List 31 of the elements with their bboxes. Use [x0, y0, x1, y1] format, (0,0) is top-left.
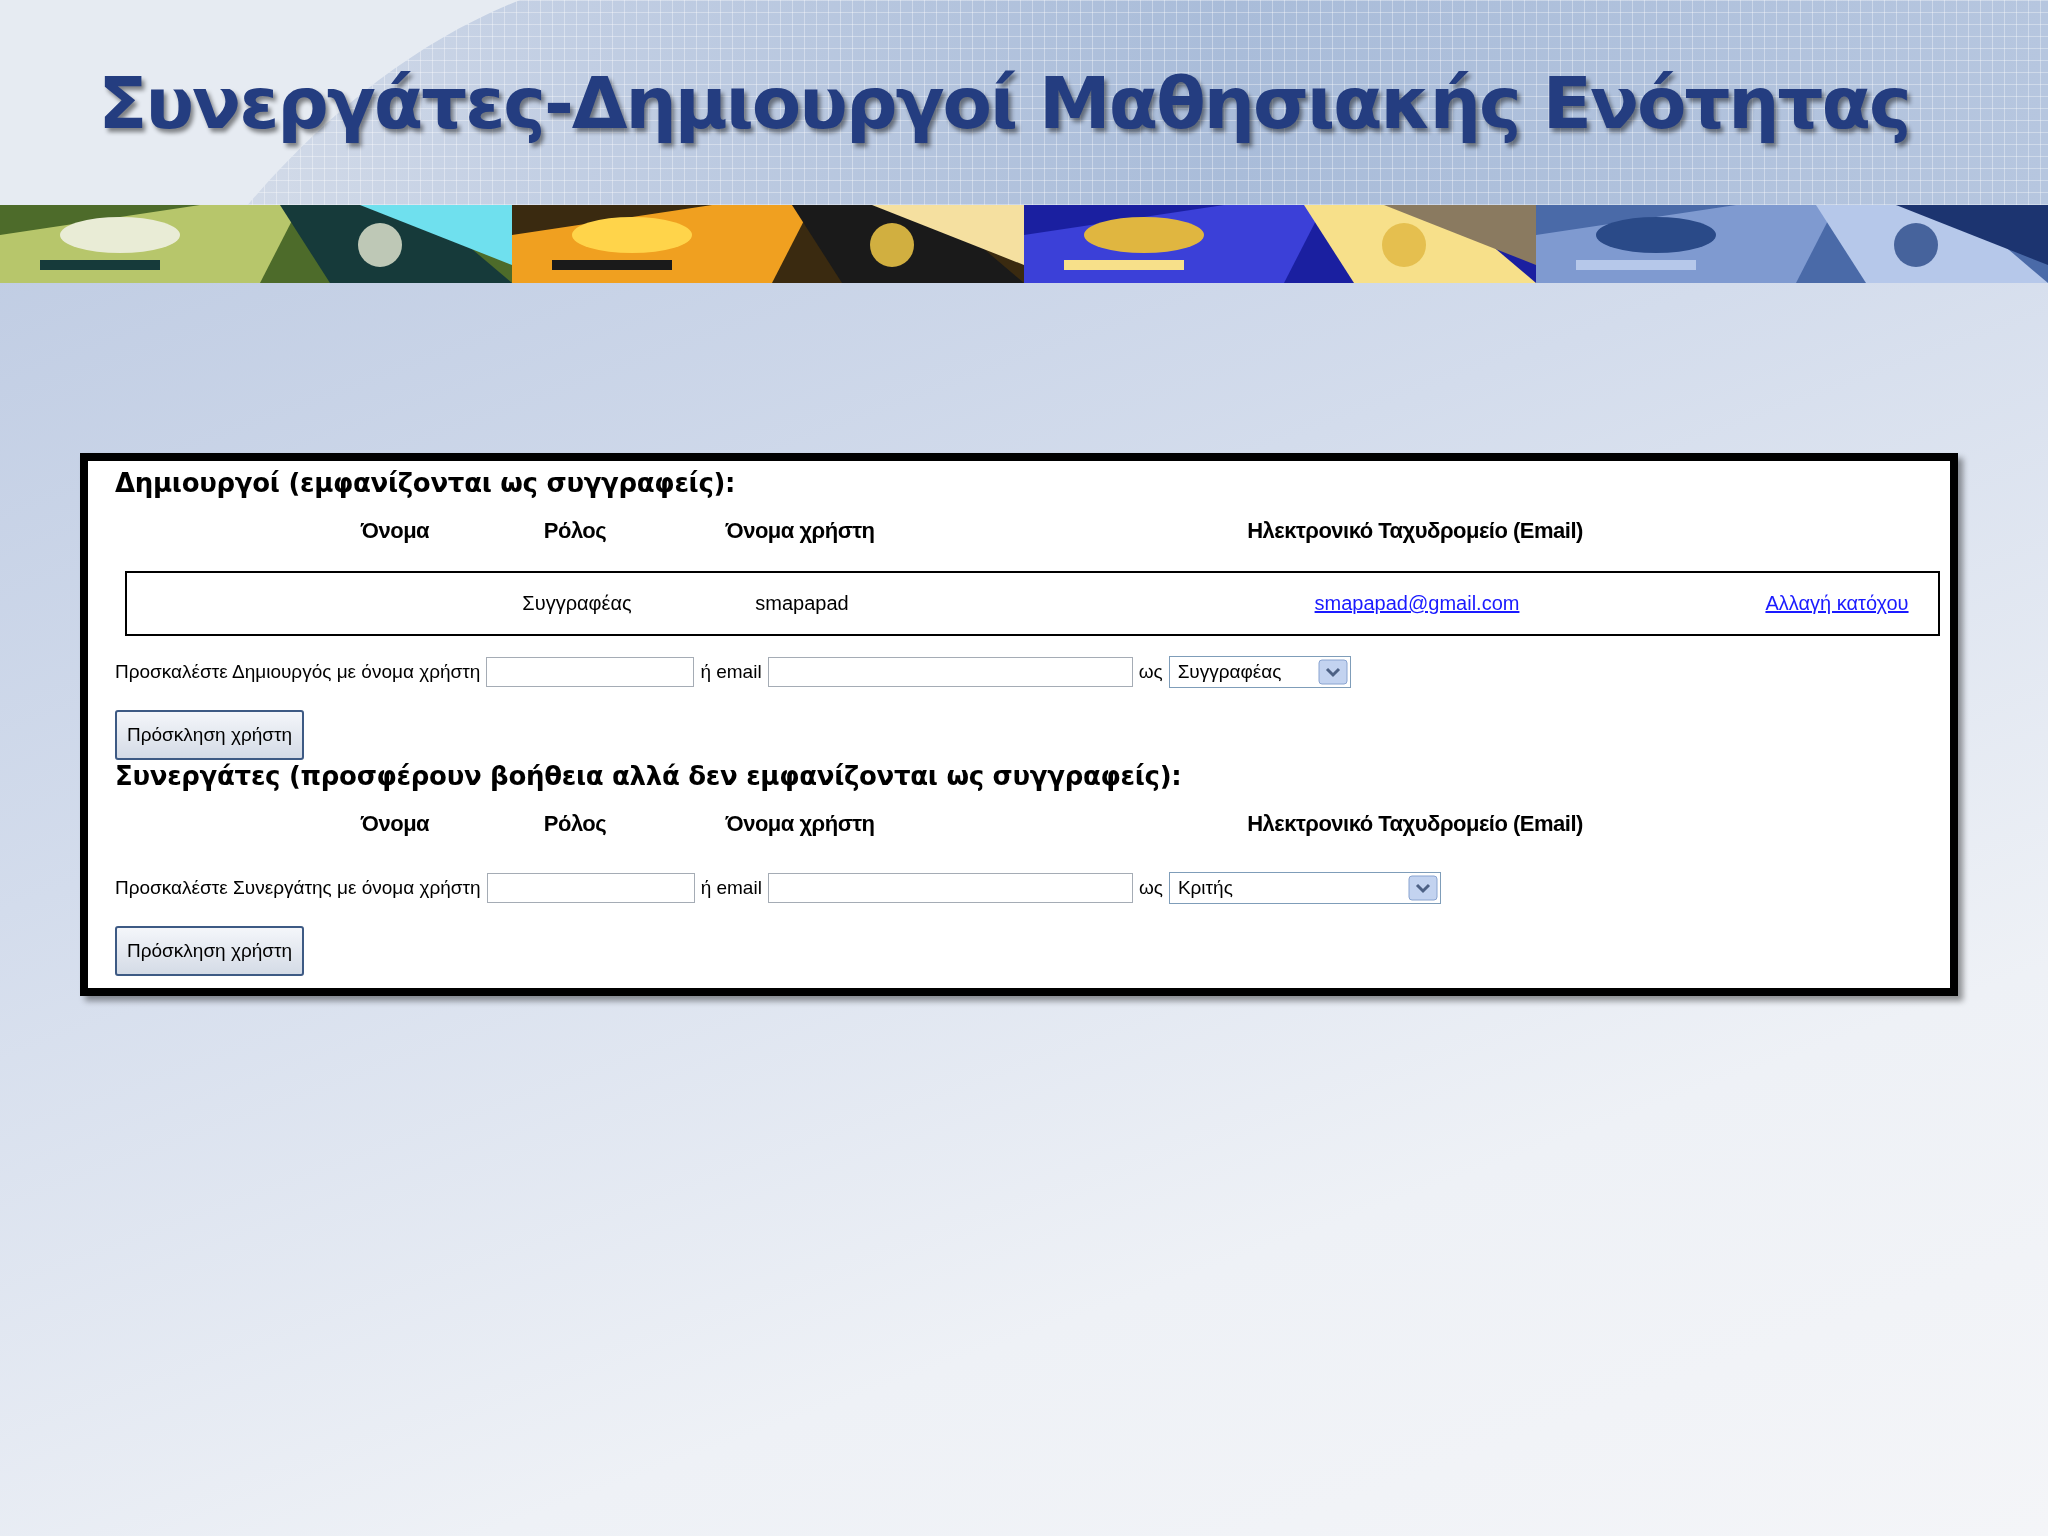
column-header: Όνομα χρήστη	[724, 811, 876, 837]
role-dropdown[interactable]: Συγγραφέας	[1168, 656, 1351, 688]
email-field[interactable]	[767, 657, 1133, 687]
slide-title: Συνεργάτες-Δημιουργοί Μαθησιακής Ενότητας	[98, 60, 1910, 145]
table-cell-text: Συγγραφέας	[521, 592, 633, 615]
change-owner-link[interactable]: Αλλαγή κατόχου	[1765, 592, 1909, 615]
username-field[interactable]	[486, 657, 695, 687]
column-header: Όνομα	[359, 811, 431, 837]
column-header: Ηλεκτρονικό Ταχυδρομείο (Email)	[1246, 811, 1584, 837]
email-label: ή email	[700, 877, 762, 899]
invite-label: Προσκαλέστε Συνεργάτης με όνομα χρήστη	[115, 877, 481, 899]
email-link[interactable]: smapapad@gmail.com	[1314, 592, 1520, 615]
username-field[interactable]	[486, 873, 695, 903]
email-label: ή email	[700, 661, 762, 683]
role-dropdown[interactable]: Κριτής	[1168, 872, 1441, 904]
invite-button[interactable]: Πρόσκληση χρήστη	[115, 710, 305, 760]
dropdown-caret-icon	[1407, 875, 1438, 901]
dropdown-caret-icon	[1317, 659, 1348, 685]
section-heading: Συνεργάτες (προσφέρουν βοήθεια αλλά δεν εμφανίζονται ως συγγραφείς):	[115, 760, 1183, 792]
column-header: Όνομα χρήστη	[724, 518, 876, 544]
column-header: Ρόλος	[542, 518, 608, 544]
email-field[interactable]	[767, 873, 1133, 903]
table-cell-text: smapapad	[754, 592, 850, 615]
role-label: ως	[1138, 877, 1163, 899]
role-label: ως	[1138, 661, 1163, 683]
section-heading: Δημιουργοί (εμφανίζονται ως συγγραφείς):	[115, 467, 737, 499]
invite-button[interactable]: Πρόσκληση χρήστη	[115, 926, 305, 976]
column-header: Ηλεκτρονικό Ταχυδρομείο (Email)	[1246, 518, 1584, 544]
column-header: Όνομα	[359, 518, 431, 544]
column-header: Ρόλος	[542, 811, 608, 837]
invite-label: Προσκαλέστε Δημιουργός με όνομα χρήστη	[115, 661, 481, 683]
